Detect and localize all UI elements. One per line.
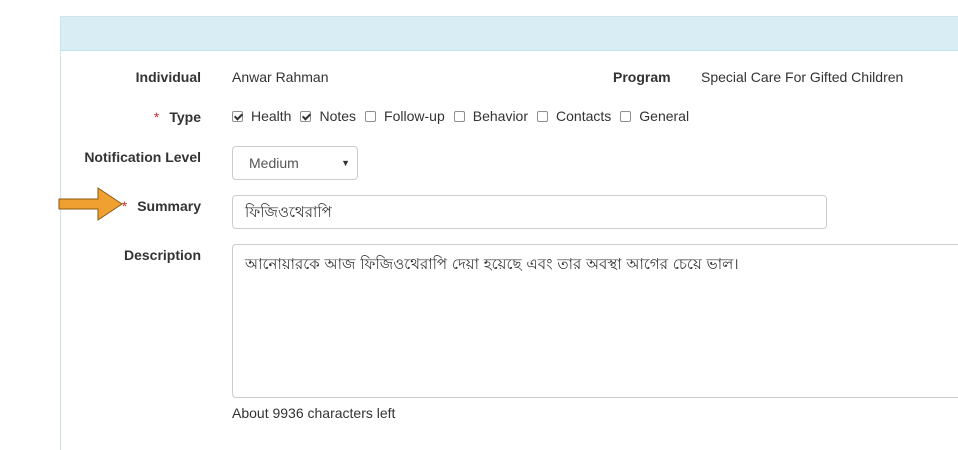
checkbox-general[interactable] bbox=[620, 110, 632, 122]
type-option-general[interactable]: General bbox=[620, 108, 689, 124]
arrow-pointer-icon bbox=[58, 187, 123, 221]
type-option-label: Behavior bbox=[472, 108, 529, 124]
program-label: Program bbox=[613, 69, 671, 85]
characters-left-text: About 9936 characters left bbox=[232, 405, 396, 421]
individual-value: Anwar Rahman bbox=[232, 69, 329, 85]
type-option-follow-up[interactable]: Follow-up bbox=[365, 108, 445, 124]
program-value: Special Care For Gifted Children bbox=[701, 69, 904, 85]
summary-label: Summary bbox=[137, 198, 201, 214]
checkbox-health[interactable] bbox=[232, 110, 243, 122]
type-option-label: Contacts bbox=[556, 108, 612, 124]
type-option-label: Follow-up bbox=[384, 108, 445, 124]
type-checkbox-group: Health Notes Follow-up Behavior Contacts… bbox=[232, 108, 698, 124]
type-option-label: General bbox=[639, 108, 690, 124]
notification-level-label: Notification Level bbox=[84, 149, 201, 165]
summary-label-row: * Summary bbox=[122, 198, 201, 214]
description-label: Description bbox=[123, 247, 201, 263]
individual-label: Individual bbox=[135, 69, 201, 85]
checkbox-contacts[interactable] bbox=[537, 110, 549, 122]
type-option-behavior[interactable]: Behavior bbox=[453, 108, 529, 124]
type-label-row: * Type bbox=[154, 109, 201, 125]
type-option-contacts[interactable]: Contacts bbox=[537, 108, 611, 124]
type-label: Type bbox=[169, 109, 201, 125]
caret-down-icon: ▼ bbox=[341, 158, 350, 168]
type-option-label: Health bbox=[251, 108, 292, 124]
summary-input[interactable]: ফিজিওথেরাপি bbox=[232, 195, 827, 229]
required-marker: * bbox=[121, 198, 128, 214]
checkbox-follow-up[interactable] bbox=[365, 110, 377, 122]
type-option-notes[interactable]: Notes bbox=[300, 108, 356, 124]
checkbox-behavior[interactable] bbox=[453, 110, 465, 122]
checkbox-notes[interactable] bbox=[300, 110, 312, 122]
notification-level-select[interactable]: Medium ▼ bbox=[232, 146, 358, 180]
description-textarea[interactable]: আনোয়ারকে আজ ফিজিওথেরাপি দেয়া হয়েছে এব… bbox=[232, 244, 958, 398]
type-option-health[interactable]: Health bbox=[232, 108, 291, 124]
panel-header bbox=[61, 17, 958, 51]
type-option-label: Notes bbox=[319, 108, 357, 124]
required-marker: * bbox=[153, 109, 160, 125]
notification-level-value: Medium bbox=[249, 155, 299, 171]
